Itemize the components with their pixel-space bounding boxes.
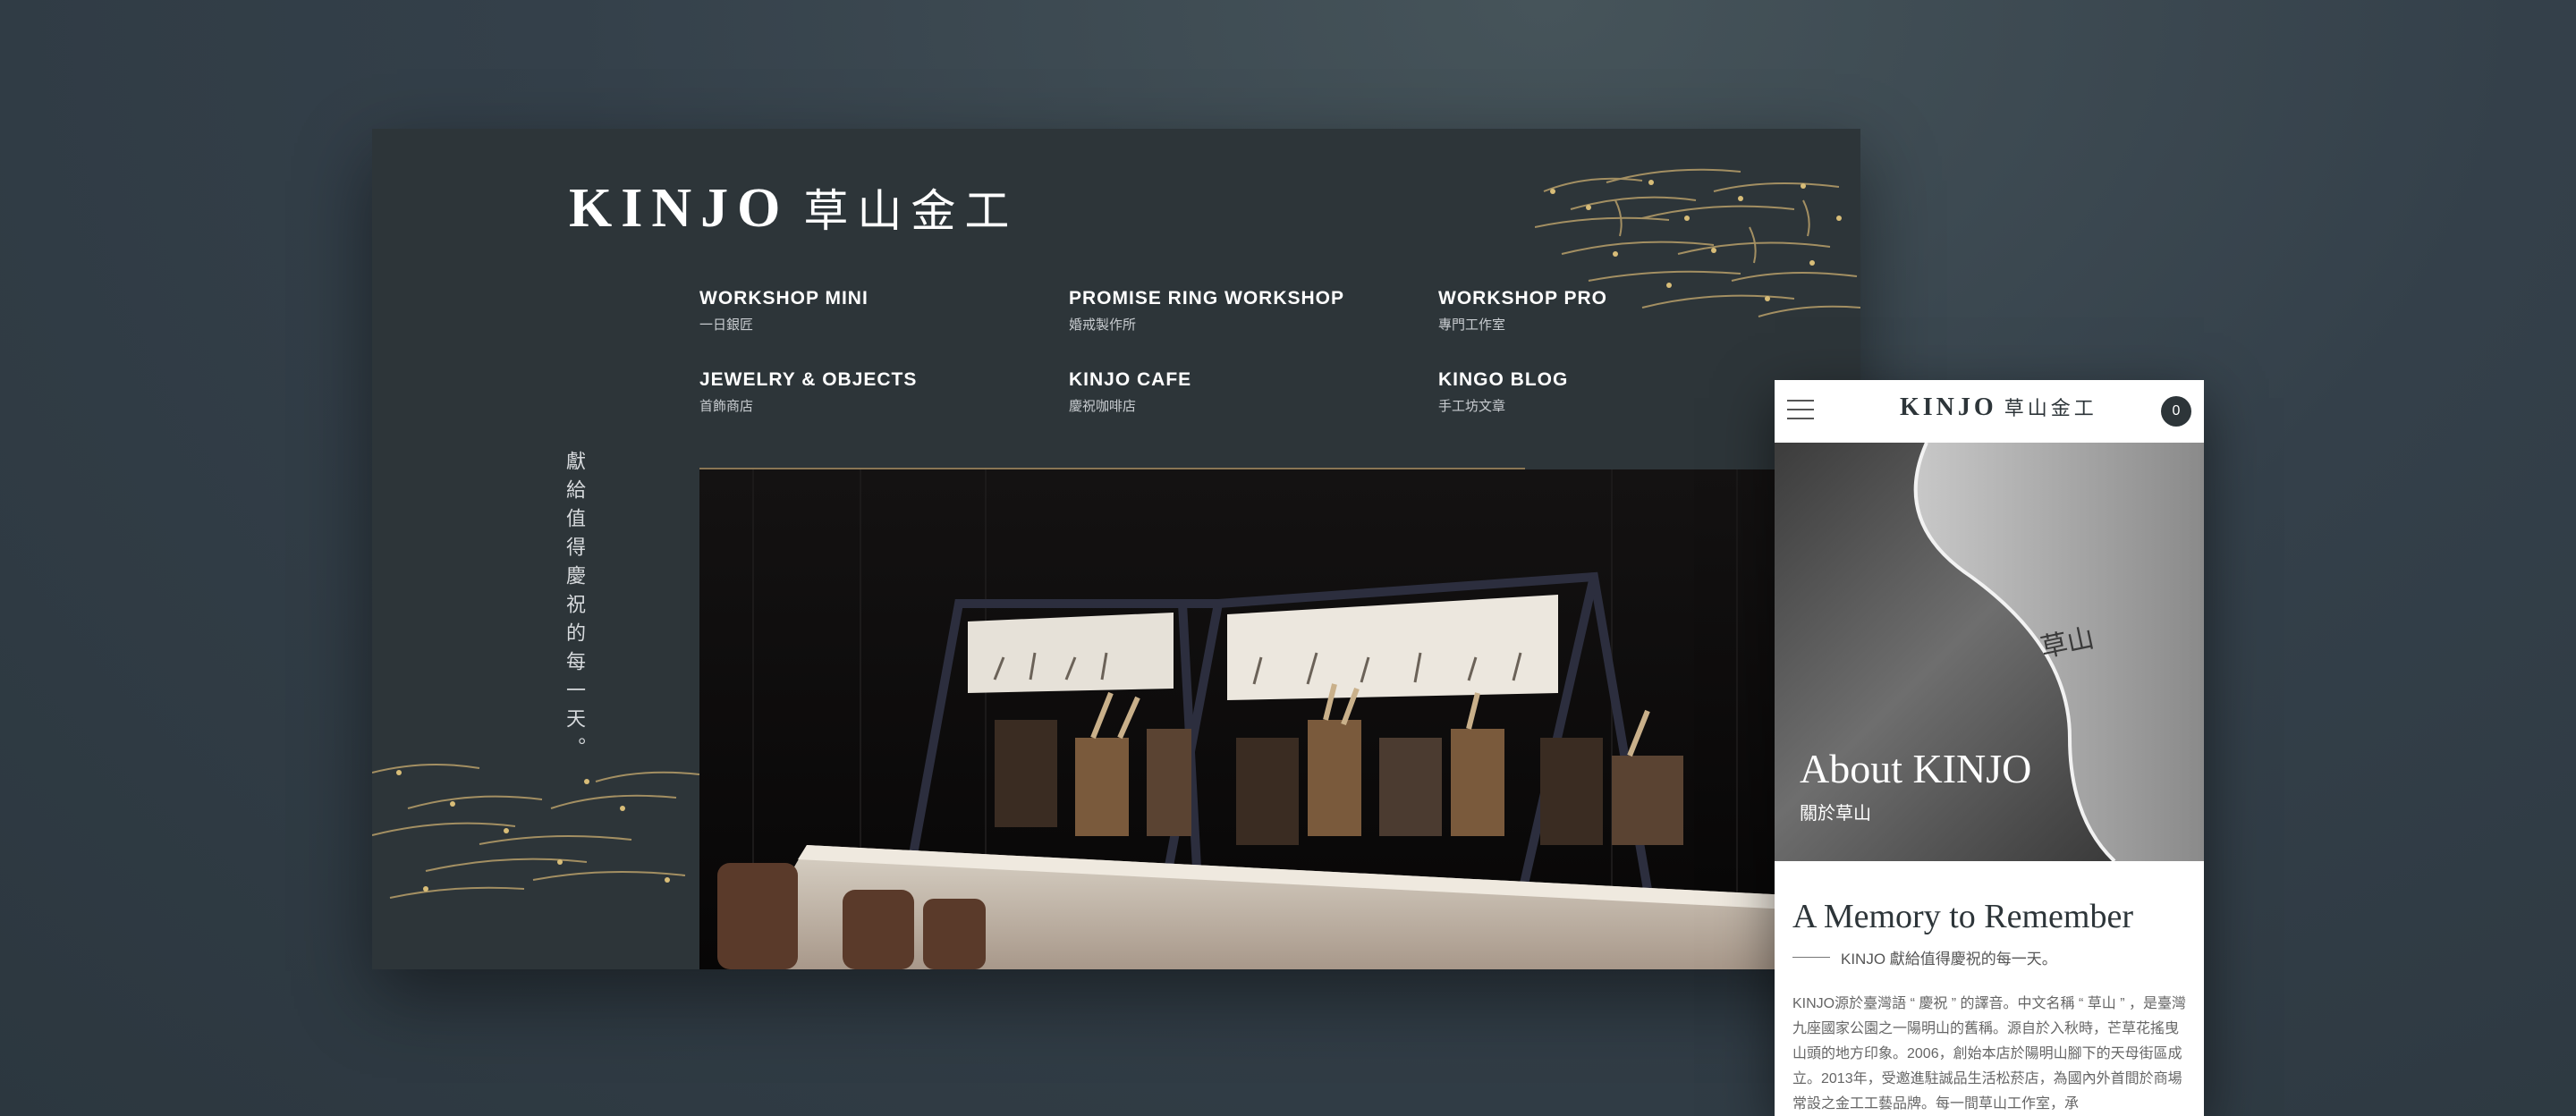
about-body-text: KINJO源於臺灣語 “ 慶祝 ” 的譯音。中文名稱 “ 草山 ” ，是臺灣九座… xyxy=(1792,996,2186,1112)
nav-item-jewelry-objects[interactable]: JEWELRY & OBJECTS 首飾商店 xyxy=(699,369,1069,415)
logo-text-en: KINJO xyxy=(569,178,790,239)
nav-label-zh: 婚戒製作所 xyxy=(1069,317,1137,333)
nav-label-en: KINJO CAFE xyxy=(1069,369,1192,390)
main-navigation: WORKSHOP MINI 一日銀匠 PROMISE RING WORKSHOP… xyxy=(699,288,1818,415)
mobile-hero-subtitle: 關於草山 xyxy=(1800,804,1871,824)
logo-text-en: KINJO xyxy=(1900,393,1997,421)
nav-label-en: KINGO BLOG xyxy=(1438,369,1569,390)
nav-label-zh: 慶祝咖啡店 xyxy=(1069,399,1137,414)
tagline-dash xyxy=(1792,957,1830,958)
tagline-text: KINJO 獻給值得慶祝的每一天。 xyxy=(1841,951,2057,968)
hero-workshop-image xyxy=(699,469,1860,969)
cart-count-badge[interactable]: 0 xyxy=(2161,396,2191,427)
mobile-preview: KINJO 草山金工 0 草山 About KINJO 關於草山 A Memor… xyxy=(1775,380,2204,1116)
mobile-hero-title: About KINJO xyxy=(1800,746,2032,791)
nav-label-en: WORKSHOP PRO xyxy=(1438,288,1607,309)
hamburger-menu-icon[interactable] xyxy=(1787,400,1814,423)
section-tagline: KINJO 獻給值得慶祝的每一天。 xyxy=(1792,946,2057,968)
nav-item-workshop-pro[interactable]: WORKSHOP PRO 專門工作室 xyxy=(1438,288,1808,334)
section-title: A Memory to Remember xyxy=(1792,898,2133,935)
desktop-preview: KINJO 草山金工 WORKSHOP MINI 一日銀匠 PROMISE RI… xyxy=(372,129,1860,969)
nav-label-en: PROMISE RING WORKSHOP xyxy=(1069,288,1345,309)
nav-item-workshop-mini[interactable]: WORKSHOP MINI 一日銀匠 xyxy=(699,288,1069,334)
nav-label-zh: 一日銀匠 xyxy=(699,317,754,333)
nav-item-promise-ring-workshop[interactable]: PROMISE RING WORKSHOP 婚戒製作所 xyxy=(1069,288,1438,334)
nav-label-en: JEWELRY & OBJECTS xyxy=(699,369,918,390)
vertical-tagline: 獻給值得慶祝的每一天。 xyxy=(563,451,585,765)
mobile-site-logo[interactable]: KINJO 草山金工 xyxy=(1900,393,2097,422)
nav-label-en: WORKSHOP MINI xyxy=(699,288,869,309)
nav-label-zh: 手工坊文章 xyxy=(1438,399,1506,414)
site-logo[interactable]: KINJO 草山金工 xyxy=(569,175,1018,241)
nav-label-zh: 首飾商店 xyxy=(699,399,754,414)
nav-item-kingo-blog[interactable]: KINGO BLOG 手工坊文章 xyxy=(1438,369,1808,415)
nav-item-kinjo-cafe[interactable]: KINJO CAFE 慶祝咖啡店 xyxy=(1069,369,1438,415)
gold-grass-decoration xyxy=(372,764,699,899)
nav-label-zh: 專門工作室 xyxy=(1438,317,1506,333)
logo-text-zh: 草山金工 xyxy=(2004,398,2097,420)
logo-text-zh: 草山金工 xyxy=(803,185,1019,237)
mobile-header: KINJO 草山金工 0 xyxy=(1775,380,2204,444)
